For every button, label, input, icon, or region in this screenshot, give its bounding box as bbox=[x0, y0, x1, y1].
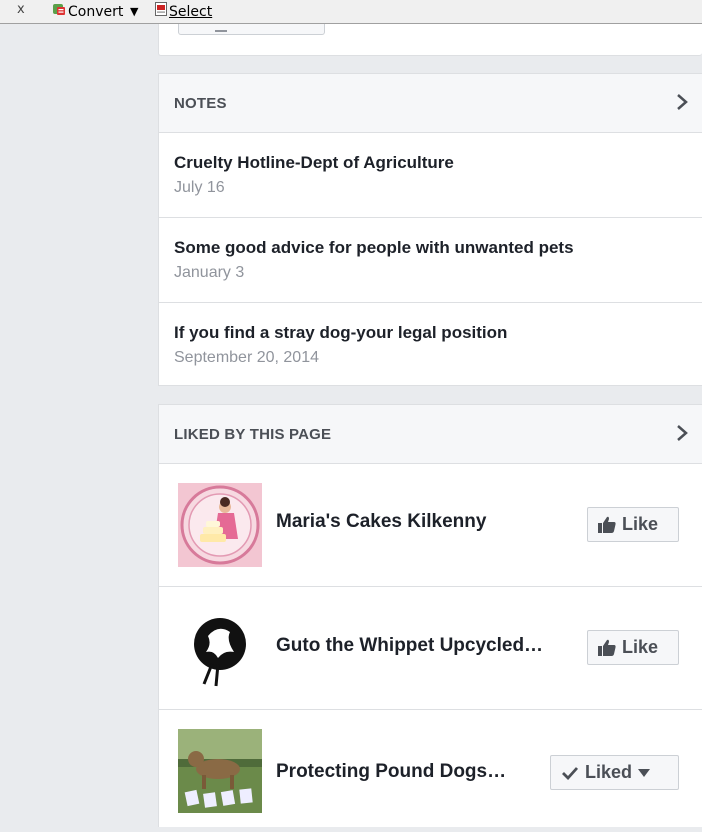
select-button[interactable]: Select bbox=[169, 4, 212, 20]
liked-page-name[interactable]: Protecting Pound Dogs… bbox=[276, 761, 506, 783]
liked-page-item: Maria's Cakes Kilkenny Like bbox=[159, 464, 702, 587]
close-toolbar-button[interactable]: x bbox=[17, 2, 25, 17]
caret-down-icon bbox=[638, 768, 651, 777]
note-date: July 16 bbox=[174, 179, 225, 196]
convert-dropdown-arrow[interactable]: ▼ bbox=[130, 5, 138, 18]
note-item[interactable]: Cruelty Hotline-Dept of Agriculture July… bbox=[159, 133, 702, 218]
chevron-right-icon[interactable] bbox=[676, 424, 688, 442]
liked-page-item: Protecting Pound Dogs… Liked bbox=[159, 710, 702, 832]
thumbs-up-icon bbox=[598, 639, 616, 656]
note-title[interactable]: If you find a stray dog-your legal posit… bbox=[174, 323, 507, 343]
page-avatar-cakes[interactable] bbox=[178, 483, 262, 567]
note-date: January 3 bbox=[174, 264, 245, 281]
like-button-label: Like bbox=[622, 637, 659, 657]
note-date: September 20, 2014 bbox=[174, 349, 319, 366]
chevron-right-icon[interactable] bbox=[676, 93, 688, 111]
browser-toolbar: x Convert ▼ Select bbox=[0, 0, 702, 24]
note-title[interactable]: Some good advice for people with unwante… bbox=[174, 238, 574, 258]
like-button[interactable]: Like bbox=[587, 630, 679, 665]
previous-card-bottom bbox=[158, 24, 702, 56]
partial-button[interactable] bbox=[178, 24, 325, 35]
notes-card: NOTES Cruelty Hotline-Dept of Agricultur… bbox=[158, 73, 702, 386]
liked-button-label: Liked bbox=[585, 762, 633, 782]
note-item[interactable]: Some good advice for people with unwante… bbox=[159, 218, 702, 303]
note-item[interactable]: If you find a stray dog-your legal posit… bbox=[159, 303, 702, 387]
partial-button-icon bbox=[215, 26, 227, 32]
thumbs-up-icon bbox=[598, 516, 616, 533]
like-button[interactable]: Like bbox=[587, 507, 679, 542]
liked-title: LIKED BY THIS PAGE bbox=[174, 426, 332, 443]
notes-header[interactable]: NOTES bbox=[159, 74, 702, 133]
select-icon bbox=[155, 2, 167, 16]
like-button-label: Like bbox=[622, 514, 659, 534]
checkmark-icon bbox=[562, 766, 579, 780]
liked-page-item: Guto the Whippet Upcycled… Like bbox=[159, 587, 702, 710]
page-avatar-pound-dogs[interactable] bbox=[178, 729, 262, 813]
liked-by-page-card: LIKED BY THIS PAGE Maria's Cakes Kilkenn… bbox=[158, 404, 702, 827]
notes-title: NOTES bbox=[174, 95, 227, 112]
convert-icon bbox=[53, 4, 65, 15]
convert-button[interactable]: Convert bbox=[68, 4, 123, 20]
liked-page-name[interactable]: Guto the Whippet Upcycled… bbox=[276, 635, 543, 657]
liked-page-name[interactable]: Maria's Cakes Kilkenny bbox=[276, 511, 486, 533]
liked-button[interactable]: Liked bbox=[550, 755, 679, 790]
liked-header[interactable]: LIKED BY THIS PAGE bbox=[159, 405, 702, 464]
page-avatar-whippet[interactable] bbox=[178, 606, 262, 690]
left-gutter bbox=[0, 24, 158, 827]
note-title[interactable]: Cruelty Hotline-Dept of Agriculture bbox=[174, 153, 454, 173]
